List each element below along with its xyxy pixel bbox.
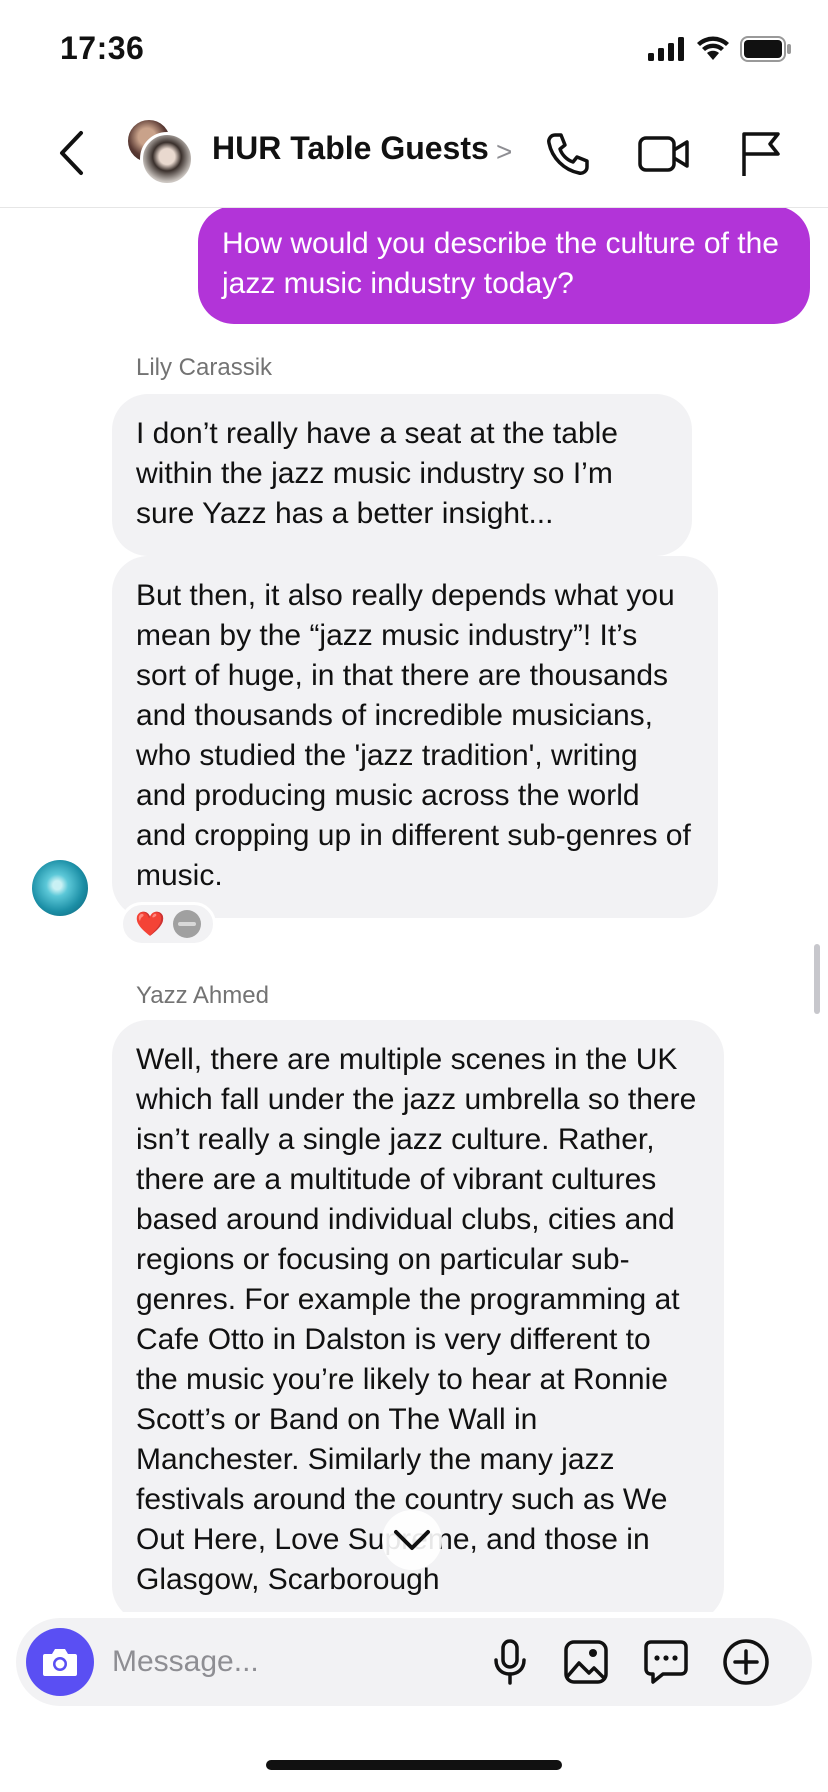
back-button[interactable] [48, 126, 94, 180]
home-indicator[interactable] [266, 1760, 562, 1770]
flag-icon [742, 132, 780, 176]
member-avatar [140, 132, 194, 186]
outgoing-message[interactable]: How would you describe the culture of th… [198, 208, 810, 324]
sender-name: Yazz Ahmed [136, 982, 269, 1009]
chevron-down-icon [394, 1530, 430, 1550]
gallery-button[interactable] [558, 1634, 614, 1690]
chevron-left-icon [60, 131, 83, 175]
scroll-to-bottom-button[interactable] [382, 1510, 442, 1570]
voice-message-button[interactable] [482, 1634, 538, 1690]
more-options-button[interactable] [718, 1634, 774, 1690]
camera-icon [43, 1649, 77, 1676]
message-input[interactable] [112, 1636, 482, 1688]
status-icons [648, 36, 792, 62]
chat-title[interactable]: HUR Table Guests [212, 130, 489, 167]
sender-name: Lily Carassik [136, 354, 273, 381]
neutral-face-icon [172, 910, 201, 938]
video-call-button[interactable] [634, 124, 694, 184]
incoming-message[interactable]: I don’t really have a seat at the table … [112, 394, 692, 556]
image-icon [564, 1640, 608, 1684]
scrollbar[interactable] [814, 944, 820, 1014]
chat-bubble-icon [644, 1640, 688, 1684]
phone-icon [547, 133, 589, 175]
call-button[interactable] [538, 124, 598, 184]
signal-icon [648, 37, 684, 61]
heart-reaction: ❤️ [135, 910, 165, 938]
incoming-message[interactable]: But then, it also really depends what yo… [112, 556, 718, 918]
battery-icon [740, 36, 791, 62]
message-composer [16, 1618, 812, 1706]
chat-header: HUR Table Guests > [0, 100, 828, 208]
video-camera-icon [638, 136, 689, 172]
report-button[interactable] [730, 124, 790, 184]
message-reactions[interactable]: ❤️ [120, 902, 216, 946]
message-list[interactable]: How would you describe the culture of th… [0, 208, 828, 1612]
chevron-right-icon: > [496, 136, 513, 167]
plus-circle-icon [723, 1639, 769, 1685]
sticker-button[interactable] [638, 1634, 694, 1690]
status-bar: 17:36 [0, 0, 828, 100]
camera-button[interactable] [26, 1628, 94, 1696]
group-avatar[interactable] [126, 118, 194, 186]
status-time: 17:36 [60, 30, 145, 66]
wifi-icon [697, 36, 729, 60]
avatar[interactable] [32, 860, 88, 916]
microphone-icon [494, 1639, 526, 1685]
